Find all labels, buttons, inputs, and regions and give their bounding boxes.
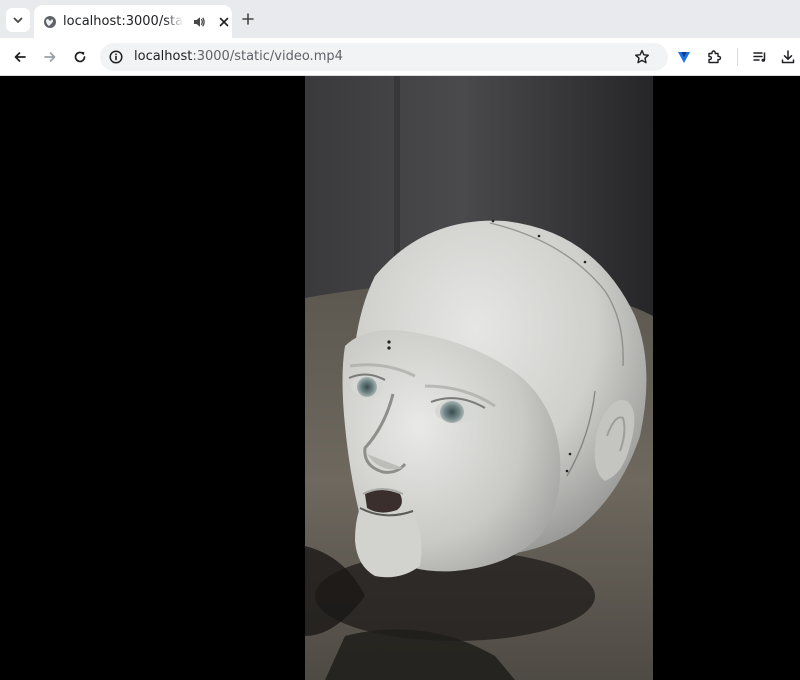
video-frame [305,76,653,680]
globe-icon [44,15,56,28]
address-bar[interactable]: localhost:3000/static/video.mp4 [100,43,668,71]
tab-close-button[interactable] [215,13,233,31]
vpn-extension-icon [678,52,690,63]
page-viewport [0,76,800,680]
new-tab-button[interactable] [238,9,258,29]
forward-button[interactable] [40,47,60,67]
video-player[interactable] [305,76,653,680]
browser-toolbar: localhost:3000/static/video.mp4 [0,38,800,76]
active-tab[interactable]: localhost:3000/static/video.mp4 [34,5,232,38]
extensions-button[interactable] [704,47,724,67]
download-icon [781,50,795,64]
chevron-down-icon [13,17,23,23]
downloads-button[interactable] [778,47,798,67]
puzzle-icon [708,50,722,64]
arrow-left-icon [14,52,26,62]
url-text[interactable]: localhost:3000/static/video.mp4 [134,48,343,66]
reload-icon [74,51,86,63]
back-button[interactable] [10,47,30,67]
vpn-extension-button[interactable] [674,47,694,67]
url-path: :3000/static/video.mp4 [192,49,343,64]
tab-search-button[interactable] [6,8,30,32]
media-controls-button[interactable] [750,47,770,67]
star-icon[interactable] [634,49,650,65]
plus-icon [242,13,254,25]
url-host: localhost [134,49,193,64]
arrow-right-icon [44,52,56,62]
reload-button[interactable] [70,47,90,67]
close-icon [219,17,229,26]
media-controls-icon [753,52,766,62]
tab-strip: localhost:3000/static/video.mp4 [0,0,800,38]
tab-title: localhost:3000/static/video.mp4 [63,14,183,29]
toolbar-divider [737,48,738,66]
info-icon[interactable] [109,50,123,64]
speaker-icon[interactable] [192,15,206,29]
